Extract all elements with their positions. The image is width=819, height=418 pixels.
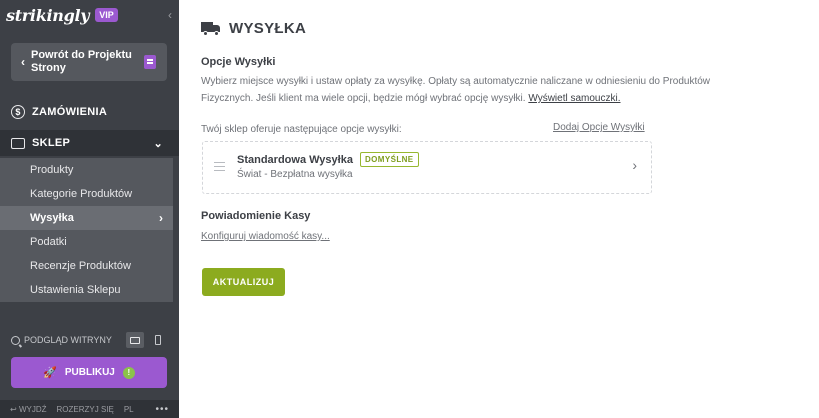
desktop-icon[interactable] [126,332,144,348]
collapse-sidebar-icon[interactable]: ‹ [168,8,172,22]
truck-icon [201,21,221,36]
chevron-down-icon: ⌄ [153,137,163,150]
language-link[interactable]: PL [124,405,134,414]
brand[interactable]: strikingly VIP [6,5,118,25]
sidebar-item-shipping[interactable]: Wysyłka › [0,206,173,230]
back-to-project-button[interactable]: ‹ Powrót do Projektu Strony [11,43,167,81]
sidebar-item-label: Kategorie Produktów [30,188,133,200]
exit-link[interactable]: ↩ WYJDŹ [10,405,47,414]
chevron-right-icon: › [632,157,637,173]
preview-label: PODGLĄD WITRYNY [24,335,112,345]
site-preview[interactable]: PODGLĄD WITRYNY [11,331,169,349]
sidebar: strikingly VIP ‹ ‹ Powrót do Projektu St… [0,0,179,418]
add-shipping-option-link[interactable]: Dodaj Opcje Wysyłki [553,122,645,133]
chevron-left-icon: ‹ [21,55,25,69]
nav-shop-label: SKLEP [32,137,71,149]
main-content: WYSYŁKA Opcje Wysyłki Wybierz miejsce wy… [179,0,819,418]
exit-label: WYJDŹ [18,404,47,414]
page-title: WYSYŁKA [229,20,307,37]
sidebar-item-categories[interactable]: Kategorie Produktów [0,182,173,206]
mobile-icon[interactable] [149,332,167,348]
configure-checkout-message-link[interactable]: Konfiguruj wiadomość kasy... [201,231,330,242]
back-label: Powrót do Projektu Strony [31,49,132,74]
status-dot-icon: ! [122,366,135,379]
shipping-options-heading: Opcje Wysyłki [201,56,276,68]
tutorial-link[interactable]: Wyświetl samouczki. [528,93,620,104]
shipping-option-card[interactable]: Standardowa Wysyłka DOMYŚLNE Świat - Bez… [202,141,652,194]
nav-orders[interactable]: $ ZAMÓWIENIA [0,101,179,123]
shipping-option-detail: Świat - Bezpłatna wysyłka [237,169,353,180]
sidebar-item-label: Podatki [30,236,67,248]
nav-shop[interactable]: SKLEP ⌄ [0,130,179,156]
checkout-notification-heading: Powiadomienie Kasy [201,210,311,222]
sidebar-item-taxes[interactable]: Podatki [0,230,173,254]
vip-badge: VIP [95,8,118,22]
sidebar-item-products[interactable]: Produkty [0,158,173,182]
page-icon [144,55,156,69]
drag-handle-icon[interactable] [214,162,225,171]
store-icon [11,137,25,149]
shop-subnav: Produkty Kategorie Produktów Wysyłka › Po… [0,158,173,302]
search-icon [11,335,20,345]
publish-label: PUBLIKUJ [64,367,115,378]
shipping-description: Wybierz miejsce wysyłki i ustaw opłaty z… [201,73,721,107]
sidebar-footer: ↩ WYJDŹ ROZERZYJ SIĘ PL ••• [0,400,179,418]
rocket-icon: 🚀 [43,367,57,379]
sidebar-item-label: Wysyłka [30,212,74,224]
page-header: WYSYŁKA [201,20,306,37]
offer-text: Twój sklep oferuje następujące opcje wys… [201,124,402,135]
update-button[interactable]: AKTUALIZUJ [202,268,285,296]
dollar-icon: $ [11,105,25,119]
logo: strikingly [6,5,90,25]
expand-link[interactable]: ROZERZYJ SIĘ [57,405,114,414]
sidebar-item-reviews[interactable]: Recenzje Produktów [0,254,173,278]
default-badge: DOMYŚLNE [360,152,419,167]
chevron-right-icon: › [159,211,163,225]
sidebar-item-label: Produkty [30,164,74,176]
publish-button[interactable]: 🚀 PUBLIKUJ ! [11,357,167,388]
description-text: Wybierz miejsce wysyłki i ustaw opłaty z… [201,76,711,104]
sidebar-item-label: Recenzje Produktów [30,260,131,272]
nav-orders-label: ZAMÓWIENIA [32,106,108,118]
sidebar-item-shop-settings[interactable]: Ustawienia Sklepu [0,278,173,302]
shipping-option-name: Standardowa Wysyłka [237,154,353,166]
more-icon[interactable]: ••• [155,404,169,415]
sidebar-item-label: Ustawienia Sklepu [30,284,121,296]
